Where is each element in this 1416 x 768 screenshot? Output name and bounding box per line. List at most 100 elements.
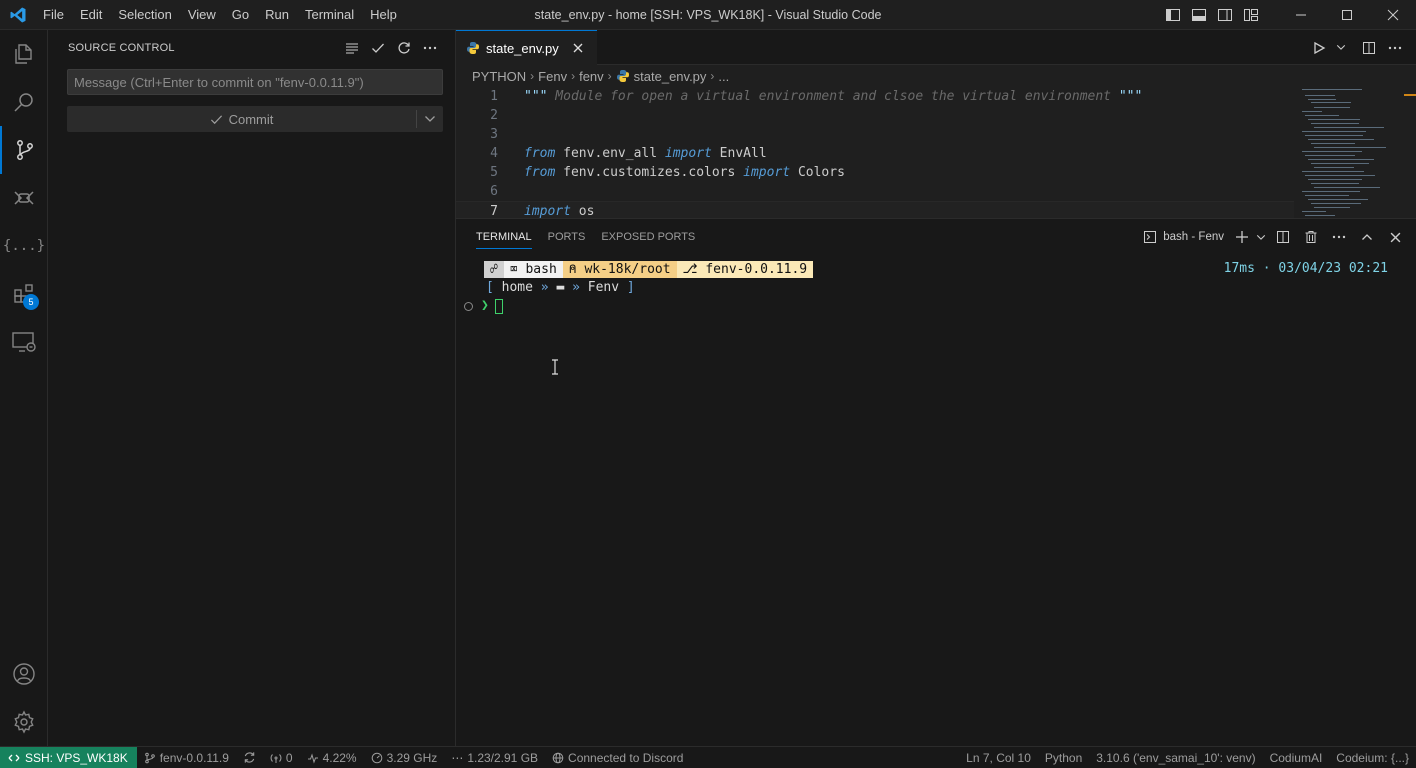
minimap[interactable] bbox=[1294, 87, 1402, 218]
maximize-icon[interactable] bbox=[1324, 0, 1370, 30]
code-token: from bbox=[524, 146, 556, 161]
commit-message-input[interactable] bbox=[67, 69, 443, 95]
run-play-icon[interactable] bbox=[1308, 37, 1330, 59]
tab-ports[interactable]: PORTS bbox=[540, 219, 594, 255]
folder-icon: ▬ bbox=[556, 280, 565, 295]
code-editor[interactable]: 1 """ Module for open a virtual environme… bbox=[456, 87, 1296, 220]
menu-help[interactable]: Help bbox=[362, 0, 405, 30]
breadcrumb-item-fenv-root[interactable]: Fenv bbox=[538, 69, 567, 84]
minimap-line bbox=[1308, 99, 1336, 100]
settings-gear-icon[interactable] bbox=[0, 698, 48, 746]
code-line[interactable]: 6 bbox=[456, 182, 1296, 201]
status-cpu[interactable]: 4.22% bbox=[300, 747, 364, 768]
prompt-path-label: wk-18k/root bbox=[584, 261, 671, 277]
code-token: Module for open a virtual environment an… bbox=[547, 89, 1119, 104]
menu-view[interactable]: View bbox=[180, 0, 224, 30]
status-language[interactable]: Python bbox=[1038, 747, 1089, 768]
line-number: 6 bbox=[490, 184, 498, 199]
prompt-branch-label: fenv-0.0.11.9 bbox=[705, 261, 808, 277]
breadcrumb-item-file[interactable]: state_env.py bbox=[634, 69, 707, 84]
json-braces-icon[interactable]: {...} bbox=[0, 222, 48, 270]
terminal-profiles-chevron-icon[interactable] bbox=[1254, 226, 1268, 248]
minimap-line bbox=[1302, 131, 1366, 132]
explorer-icon[interactable] bbox=[0, 30, 48, 78]
minimap-line bbox=[1302, 171, 1364, 172]
menu-selection[interactable]: Selection bbox=[110, 0, 179, 30]
kill-terminal-trash-icon[interactable] bbox=[1298, 226, 1324, 248]
toggle-secondary-sidebar-icon[interactable] bbox=[1212, 0, 1238, 30]
status-memory[interactable]: ⋯ 1.23/2.91 GB bbox=[444, 747, 545, 768]
remote-explorer-icon[interactable] bbox=[0, 174, 48, 222]
run-options-chevron-icon[interactable] bbox=[1334, 37, 1348, 59]
status-branch[interactable]: fenv-0.0.11.9 bbox=[137, 747, 236, 768]
status-bar: SSH: VPS_WK18K fenv-0.0.11.9 0 4.22% 3.2… bbox=[0, 746, 1416, 768]
status-interpreter[interactable]: 3.10.6 ('env_samai_10': venv) bbox=[1089, 747, 1262, 768]
sidebar-header: SOURCE CONTROL bbox=[48, 30, 455, 65]
status-right: Ln 7, Col 10 Python 3.10.6 ('env_samai_1… bbox=[959, 747, 1416, 768]
tab-terminal[interactable]: TERMINAL bbox=[468, 219, 540, 255]
search-icon[interactable] bbox=[0, 78, 48, 126]
commit-check-icon[interactable] bbox=[365, 37, 391, 59]
view-as-list-icon[interactable] bbox=[339, 37, 365, 59]
remote-desktop-icon[interactable] bbox=[0, 318, 48, 366]
refresh-icon[interactable] bbox=[391, 37, 417, 59]
remote-indicator[interactable]: SSH: VPS_WK18K bbox=[0, 746, 137, 768]
menu-terminal[interactable]: Terminal bbox=[297, 0, 362, 30]
split-terminal-icon[interactable] bbox=[1270, 226, 1296, 248]
code-token: fenv.env_all bbox=[555, 146, 665, 161]
extensions-icon[interactable]: 5 bbox=[0, 270, 48, 318]
vscode-logo-icon bbox=[0, 0, 35, 30]
code-line[interactable]: 3 bbox=[456, 125, 1296, 144]
commit-dropdown-chevron-icon[interactable] bbox=[417, 106, 443, 132]
toggle-panel-icon[interactable] bbox=[1186, 0, 1212, 30]
menu-run[interactable]: Run bbox=[257, 0, 297, 30]
location-home: home bbox=[501, 280, 533, 295]
panel-more-icon[interactable] bbox=[1326, 226, 1352, 248]
close-panel-icon[interactable] bbox=[1382, 226, 1408, 248]
breadcrumb-item-python[interactable]: PYTHON bbox=[472, 69, 526, 84]
terminal-selector[interactable]: bash - Fenv bbox=[1137, 230, 1230, 244]
commit-button[interactable]: Commit bbox=[67, 106, 416, 132]
tab-exposed-ports[interactable]: EXPOSED PORTS bbox=[593, 219, 703, 255]
minimap-line bbox=[1302, 191, 1360, 192]
editor-more-icon[interactable] bbox=[1384, 37, 1406, 59]
maximize-panel-chevron-up-icon[interactable] bbox=[1354, 226, 1380, 248]
accounts-icon[interactable] bbox=[0, 650, 48, 698]
editor-actions bbox=[1308, 30, 1406, 65]
terminal[interactable]: ☍ ⌧ bash ⍝ wk-18k/root ⎇ fenv-0.0.11.9 1… bbox=[456, 255, 1416, 747]
status-frequency[interactable]: 3.29 GHz bbox=[364, 747, 445, 768]
menu-edit[interactable]: Edit bbox=[72, 0, 110, 30]
menu-file[interactable]: File bbox=[35, 0, 72, 30]
sync-icon[interactable] bbox=[236, 747, 263, 768]
breadcrumb-item-fenv[interactable]: fenv bbox=[579, 69, 604, 84]
prompt-path: ⍝ wk-18k/root bbox=[562, 260, 677, 278]
status-ports[interactable]: 0 bbox=[263, 747, 300, 768]
breadcrumb-item-symbols[interactable]: ... bbox=[718, 69, 729, 84]
line-text bbox=[498, 106, 524, 125]
minimize-icon[interactable] bbox=[1278, 0, 1324, 30]
code-line[interactable]: 2 bbox=[456, 106, 1296, 125]
status-discord[interactable]: Connected to Discord bbox=[545, 747, 690, 768]
location-sep: » bbox=[540, 280, 549, 295]
prompt-branch: ⎇ fenv-0.0.11.9 bbox=[676, 260, 814, 278]
toggle-primary-sidebar-icon[interactable] bbox=[1160, 0, 1186, 30]
source-control-icon[interactable] bbox=[0, 126, 48, 174]
status-codeium[interactable]: Codeium: {...} bbox=[1329, 747, 1416, 768]
code-line[interactable]: 5 from fenv.customizes.colors import Colo… bbox=[456, 163, 1296, 182]
location-dir: Fenv bbox=[587, 280, 620, 295]
new-terminal-plus-icon[interactable] bbox=[1232, 226, 1252, 248]
code-line[interactable]: 4 from fenv.env_all import EnvAll bbox=[456, 144, 1296, 163]
code-line[interactable]: 1 """ Module for open a virtual environme… bbox=[456, 87, 1296, 106]
tab-state-env-py[interactable]: state_env.py bbox=[456, 30, 597, 65]
commit-button-group: Commit bbox=[67, 106, 443, 132]
close-window-icon[interactable] bbox=[1370, 0, 1416, 30]
bracket-open: [ bbox=[486, 280, 494, 295]
status-cursor-position[interactable]: Ln 7, Col 10 bbox=[959, 747, 1038, 768]
more-actions-icon[interactable] bbox=[417, 37, 443, 59]
menu-go[interactable]: Go bbox=[224, 0, 257, 30]
split-editor-icon[interactable] bbox=[1358, 37, 1380, 59]
chevron-right-icon: › bbox=[571, 69, 576, 83]
customize-layout-icon[interactable] bbox=[1238, 0, 1264, 30]
status-codiumai[interactable]: CodiumAI bbox=[1263, 747, 1330, 768]
tab-close-icon[interactable] bbox=[569, 39, 587, 57]
